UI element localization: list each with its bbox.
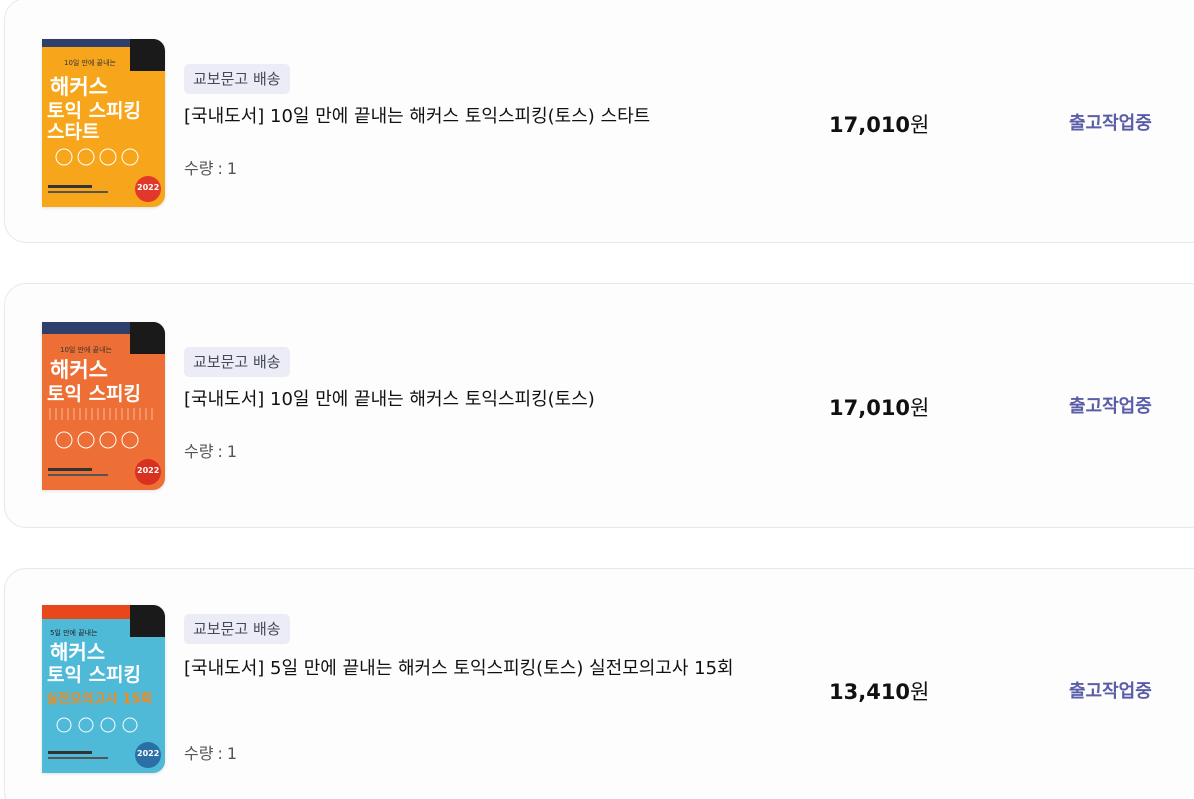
product-title[interactable]: [국내도서] 10일 만에 끝내는 해커스 토익스피킹(토스) 스타트	[184, 100, 744, 133]
order-status[interactable]: 출고작업중	[1069, 109, 1152, 135]
cover-brand: 해커스	[50, 75, 108, 99]
book-cover-image[interactable]: 5일 만에 끝내는 해커스 토익 스피킹 실전모의고사 15회 2022	[42, 605, 165, 773]
quantity-separator: :	[217, 442, 223, 461]
price-unit: 원	[910, 680, 930, 704]
quantity: 수량:1	[184, 740, 237, 764]
quantity-label: 수량	[184, 442, 214, 461]
book-cover-image[interactable]: 10일 만에 끝내는 해커스 토익 스피킹 스타트 2022	[42, 39, 165, 207]
quantity: 수량:1	[184, 155, 237, 179]
cover-line1: 토익 스피킹	[47, 664, 141, 686]
product-title[interactable]: [국내도서] 10일 만에 끝내는 해커스 토익스피킹(토스)	[184, 383, 744, 416]
quantity-separator: :	[217, 159, 223, 178]
order-item: 10일 만에 끝내는 해커스 토익 스피킹 2022 교보문고 배송 [국내도서…	[4, 283, 1194, 528]
quantity-value: 1	[226, 159, 238, 178]
quantity-value: 1	[226, 442, 238, 461]
cover-line2: 스타트	[47, 121, 99, 143]
cover-brand: 해커스	[50, 358, 108, 382]
delivery-badge: 교보문고 배송	[184, 64, 290, 94]
book-cover-image[interactable]: 10일 만에 끝내는 해커스 토익 스피킹 2022	[42, 322, 165, 490]
delivery-badge: 교보문고 배송	[184, 347, 290, 377]
quantity-separator: :	[217, 744, 223, 763]
cover-year: 2022	[137, 749, 159, 758]
price: 17,010원	[829, 392, 929, 422]
price-number: 13,410	[829, 680, 911, 704]
cover-line1: 토익 스피킹	[47, 100, 141, 122]
quantity-label: 수량	[184, 159, 214, 178]
order-item: 5일 만에 끝내는 해커스 토익 스피킹 실전모의고사 15회 2022 교보문…	[4, 568, 1194, 799]
cover-brand: 해커스	[50, 640, 105, 664]
cover-line1: 토익 스피킹	[47, 383, 141, 405]
product-title[interactable]: [국내도서] 5일 만에 끝내는 해커스 토익스피킹(토스) 실전모의고사 15…	[184, 652, 744, 685]
order-status[interactable]: 출고작업중	[1069, 392, 1152, 418]
quantity-value: 1	[226, 744, 238, 763]
order-item: 10일 만에 끝내는 해커스 토익 스피킹 스타트 2022 교보문고 배송 […	[4, 0, 1194, 243]
cover-tagline: 10일 만에 끝내는	[64, 58, 117, 67]
cover-tagline: 5일 만에 끝내는	[50, 628, 98, 637]
price-number: 17,010	[829, 113, 911, 137]
price-number: 17,010	[829, 396, 911, 420]
order-list: 10일 만에 끝내는 해커스 토익 스피킹 스타트 2022 교보문고 배송 […	[0, 0, 1194, 799]
quantity: 수량:1	[184, 438, 237, 462]
cover-year: 2022	[137, 183, 159, 192]
quantity-label: 수량	[184, 744, 214, 763]
cover-year: 2022	[137, 466, 159, 475]
cover-line2: 실전모의고사 15회	[46, 691, 152, 707]
cover-tagline: 10일 만에 끝내는	[60, 345, 113, 354]
price: 17,010원	[829, 109, 929, 139]
price-unit: 원	[910, 396, 930, 420]
order-status[interactable]: 출고작업중	[1069, 677, 1152, 703]
delivery-badge: 교보문고 배송	[184, 614, 290, 644]
price: 13,410원	[829, 676, 929, 706]
price-unit: 원	[910, 113, 930, 137]
